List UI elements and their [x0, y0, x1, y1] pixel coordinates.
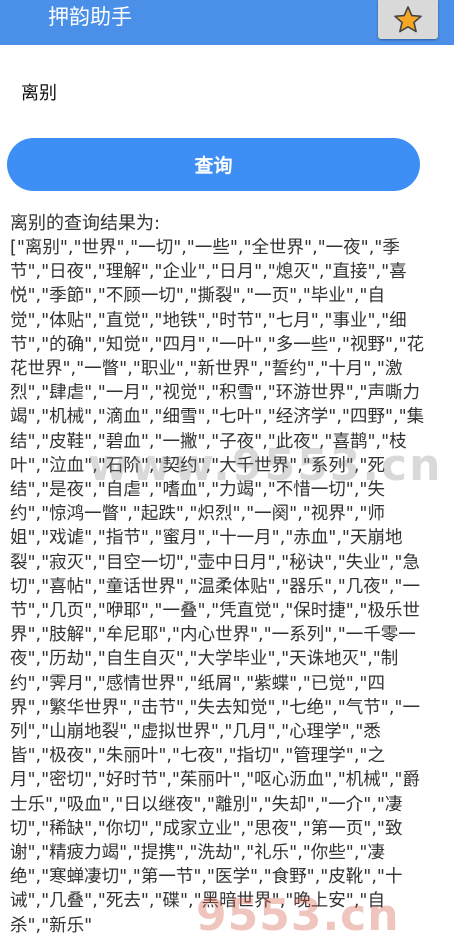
search-input[interactable]: 离别: [21, 83, 57, 105]
result-heading: 离别的查询结果为:: [10, 213, 161, 234]
app-title: 押韵助手: [48, 5, 132, 29]
query-button[interactable]: 查询: [7, 138, 420, 191]
favorite-button[interactable]: [378, 0, 438, 39]
app-window: 押韵助手 离别 查询 离别的查询结果为: ["离别","世界","一切","一些…: [0, 0, 454, 946]
star-icon: [394, 5, 422, 32]
result-text: ["离别","世界","一切","一些","全世界","一夜","季节","日夜…: [10, 238, 425, 936]
title-bar: 押韵助手: [0, 0, 454, 45]
